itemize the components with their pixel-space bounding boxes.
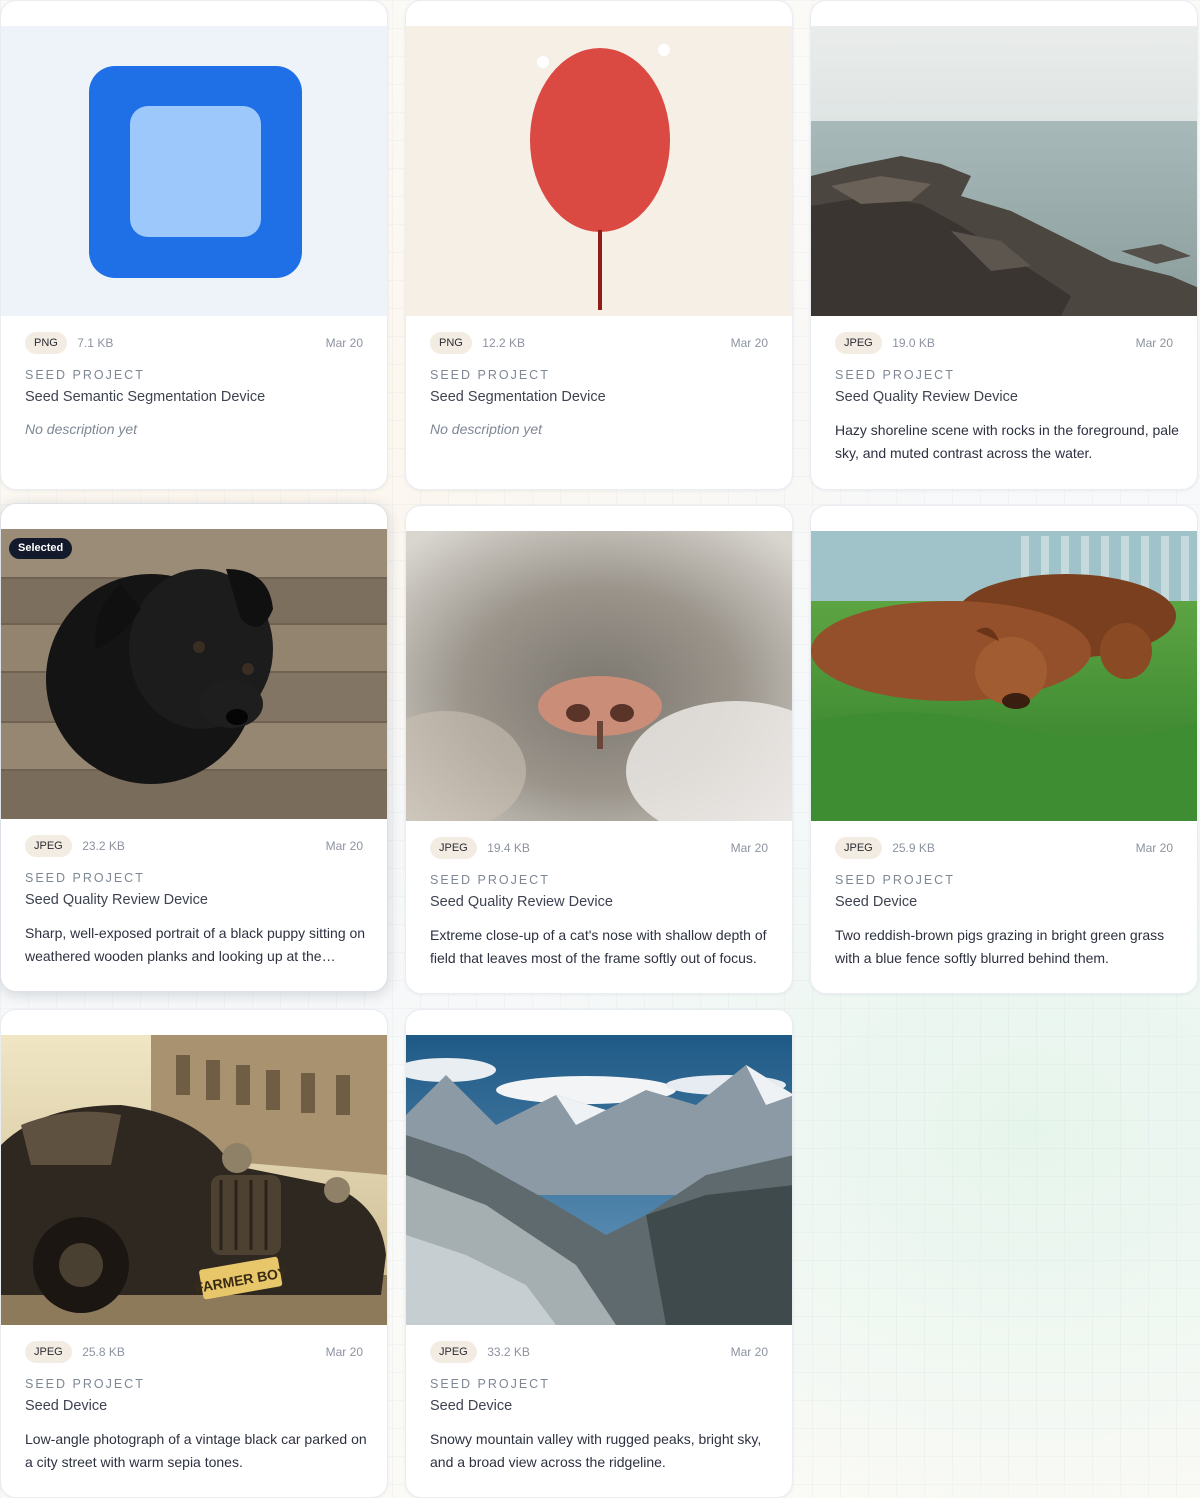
asset-card[interactable]: PNG 7.1 KB Mar 20 Seed Project Seed Sema… bbox=[0, 0, 388, 490]
file-type-badge: PNG bbox=[25, 332, 67, 354]
asset-thumbnail bbox=[406, 26, 792, 316]
selected-badge: Selected bbox=[9, 538, 73, 559]
mountain-valley-photo bbox=[406, 1035, 792, 1325]
pigs-grazing-photo bbox=[811, 531, 1197, 821]
black-puppy-photo bbox=[1, 529, 387, 819]
red-balloon-illustration bbox=[406, 26, 792, 316]
asset-description: Snowy mountain valley with rugged peaks,… bbox=[430, 1431, 762, 1470]
asset-meta: JPEG 25.8 KB Mar 20 bbox=[25, 1341, 363, 1365]
asset-meta: JPEG 25.9 KB Mar 20 bbox=[835, 837, 1173, 861]
device-name: Seed Device bbox=[25, 1398, 108, 1414]
upload-date: Mar 20 bbox=[730, 841, 768, 855]
file-size: 25.8 KB bbox=[82, 1345, 125, 1359]
asset-meta: JPEG 19.4 KB Mar 20 bbox=[430, 837, 768, 861]
device-name: Seed Quality Review Device bbox=[430, 894, 613, 910]
upload-date: Mar 20 bbox=[1135, 841, 1173, 855]
asset-card[interactable]: JPEG 19.4 KB Mar 20 Seed Project Seed Qu… bbox=[405, 505, 793, 994]
asset-thumbnail bbox=[811, 26, 1197, 316]
asset-meta: JPEG 33.2 KB Mar 20 bbox=[430, 1341, 768, 1365]
asset-description: Extreme close-up of a cat's nose with sh… bbox=[430, 927, 767, 966]
asset-description: No description yet bbox=[25, 421, 138, 437]
device-name: Seed Device bbox=[430, 1398, 513, 1414]
file-size: 23.2 KB bbox=[82, 839, 125, 853]
rocky-shoreline-photo bbox=[811, 26, 1197, 316]
asset-thumbnail bbox=[1, 26, 387, 316]
file-size: 19.4 KB bbox=[487, 841, 530, 855]
file-size: 25.9 KB bbox=[892, 841, 935, 855]
device-name: Seed Quality Review Device bbox=[25, 892, 208, 908]
project-name: Seed Project bbox=[25, 1377, 145, 1391]
file-type-badge: JPEG bbox=[835, 332, 882, 354]
file-type-badge: JPEG bbox=[25, 1341, 72, 1363]
device-name: Seed Semantic Segmentation Device bbox=[25, 389, 266, 405]
project-name: Seed Project bbox=[430, 368, 550, 382]
asset-description: Low-angle photograph of a vintage black … bbox=[25, 1431, 367, 1470]
vintage-car-photo: FARMER BOY bbox=[1, 1035, 387, 1325]
asset-description: No description yet bbox=[430, 421, 543, 437]
file-type-badge: PNG bbox=[430, 332, 472, 354]
asset-description: Sharp, well-exposed portrait of a black … bbox=[25, 925, 366, 964]
asset-description: Two reddish-brown pigs grazing in bright… bbox=[835, 927, 1165, 966]
device-name: Seed Segmentation Device bbox=[430, 389, 606, 405]
file-type-badge: JPEG bbox=[430, 1341, 477, 1363]
asset-thumbnail bbox=[406, 1035, 792, 1325]
asset-meta: JPEG 23.2 KB Mar 20 bbox=[25, 835, 363, 859]
upload-date: Mar 20 bbox=[730, 336, 768, 350]
asset-thumbnail bbox=[406, 531, 792, 821]
cat-nose-photo bbox=[406, 531, 792, 821]
file-type-badge: JPEG bbox=[25, 835, 72, 857]
project-name: Seed Project bbox=[25, 871, 145, 885]
asset-card[interactable]: JPEG 19.0 KB Mar 20 Seed Project Seed Qu… bbox=[810, 0, 1198, 490]
asset-thumbnail bbox=[811, 531, 1197, 821]
project-name: Seed Project bbox=[835, 368, 955, 382]
asset-card[interactable]: JPEG 33.2 KB Mar 20 Seed Project Seed De… bbox=[405, 1009, 793, 1498]
upload-date: Mar 20 bbox=[325, 839, 363, 853]
upload-date: Mar 20 bbox=[325, 336, 363, 350]
asset-thumbnail: FARMER BOY bbox=[1, 1035, 387, 1325]
asset-description: Hazy shoreline scene with rocks in the f… bbox=[835, 422, 1179, 461]
file-type-badge: JPEG bbox=[835, 837, 882, 859]
asset-meta: PNG 7.1 KB Mar 20 bbox=[25, 332, 363, 356]
device-name: Seed Quality Review Device bbox=[835, 389, 1018, 405]
upload-date: Mar 20 bbox=[325, 1345, 363, 1359]
blue-rounded-square-icon bbox=[1, 26, 387, 316]
asset-card[interactable]: FARMER BOY JPEG 25.8 KB Mar 20 Seed Proj… bbox=[0, 1009, 388, 1498]
file-size: 33.2 KB bbox=[487, 1345, 530, 1359]
project-name: Seed Project bbox=[25, 368, 145, 382]
upload-date: Mar 20 bbox=[1135, 336, 1173, 350]
upload-date: Mar 20 bbox=[730, 1345, 768, 1359]
asset-card-selected[interactable]: Selected JPEG 23.2 KB Mar 20 Seed Projec… bbox=[0, 503, 388, 992]
file-size: 12.2 KB bbox=[482, 336, 525, 350]
asset-meta: JPEG 19.0 KB Mar 20 bbox=[835, 332, 1173, 356]
file-type-badge: JPEG bbox=[430, 837, 477, 859]
asset-meta: PNG 12.2 KB Mar 20 bbox=[430, 332, 768, 356]
asset-card[interactable]: PNG 12.2 KB Mar 20 Seed Project Seed Seg… bbox=[405, 0, 793, 490]
file-size: 7.1 KB bbox=[77, 336, 114, 350]
file-size: 19.0 KB bbox=[892, 336, 935, 350]
device-name: Seed Device bbox=[835, 894, 918, 910]
asset-thumbnail: Selected bbox=[1, 529, 387, 819]
project-name: Seed Project bbox=[430, 873, 550, 887]
asset-card[interactable]: JPEG 25.9 KB Mar 20 Seed Project Seed De… bbox=[810, 505, 1198, 994]
project-name: Seed Project bbox=[430, 1377, 550, 1391]
project-name: Seed Project bbox=[835, 873, 955, 887]
